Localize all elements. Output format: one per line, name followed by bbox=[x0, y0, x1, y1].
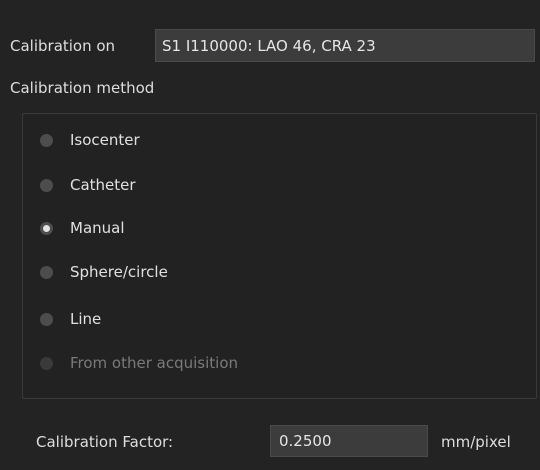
calibration-factor-unit-row: mm/pixel bbox=[441, 427, 511, 457]
calibration-on-row: Calibration on bbox=[10, 29, 115, 63]
radio-unchecked-icon bbox=[40, 356, 53, 370]
calibration-source-field[interactable]: S1 I110000: LAO 46, CRA 23 bbox=[155, 29, 535, 62]
calibration-method-title: Calibration method bbox=[10, 73, 154, 103]
radio-unchecked-icon[interactable] bbox=[40, 265, 53, 279]
calibration-method-label: Calibration method bbox=[10, 79, 155, 97]
calibration-panel: Calibration on S1 I110000: LAO 46, CRA 2… bbox=[0, 0, 540, 470]
radio-from-other-acquisition: From other acquisition bbox=[40, 349, 238, 377]
calibration-factor-label: Calibration Factor: bbox=[36, 433, 174, 451]
calibration-factor-label-row: Calibration Factor: bbox=[36, 427, 173, 457]
radio-unchecked-icon[interactable] bbox=[40, 312, 53, 326]
radio-label-sphere-circle: Sphere/circle bbox=[70, 263, 168, 281]
radio-checked-icon[interactable] bbox=[40, 221, 53, 235]
radio-label-isocenter: Isocenter bbox=[70, 131, 140, 149]
radio-unchecked-icon[interactable] bbox=[40, 133, 53, 147]
radio-isocenter[interactable]: Isocenter bbox=[40, 126, 140, 154]
radio-label-line: Line bbox=[70, 310, 102, 328]
radio-sphere-circle[interactable]: Sphere/circle bbox=[40, 258, 168, 286]
calibration-factor-input[interactable]: 0.2500 bbox=[270, 425, 428, 457]
calibration-factor-unit: mm/pixel bbox=[441, 433, 511, 451]
radio-catheter[interactable]: Catheter bbox=[40, 171, 136, 199]
calibration-on-label: Calibration on bbox=[10, 37, 116, 55]
radio-label-manual: Manual bbox=[70, 219, 125, 237]
radio-line[interactable]: Line bbox=[40, 305, 101, 333]
radio-label-catheter: Catheter bbox=[70, 176, 136, 194]
radio-label-from-other-acquisition: From other acquisition bbox=[70, 354, 239, 372]
radio-unchecked-icon[interactable] bbox=[40, 178, 53, 192]
radio-manual[interactable]: Manual bbox=[40, 214, 125, 242]
